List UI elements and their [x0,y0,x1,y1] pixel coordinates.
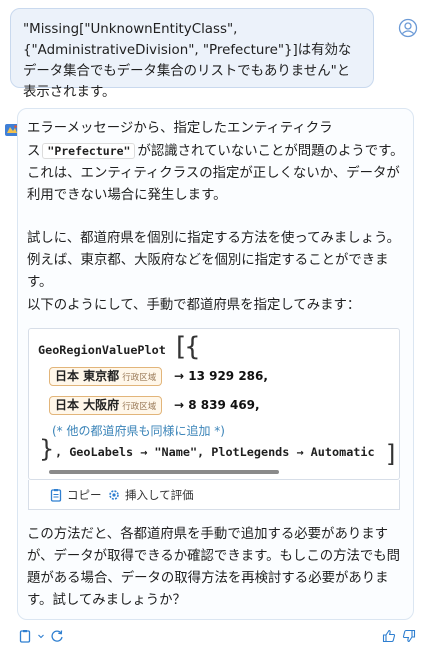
code-action-bar: コピー 挿入して評価 [28,480,400,510]
function-name: GeoRegionValuePlot [38,343,166,357]
chevron-down-icon[interactable] [38,628,44,642]
regenerate-icon[interactable] [50,628,64,642]
user-message-bubble: "Missing["UnknownEntityClass",{"Administ… [10,8,374,100]
copy-label: コピー [67,488,102,502]
assistant-response-card: エラーメッセージから、指定したエンティティクラス "Prefecture" が認識さ… [17,108,414,620]
insert-evaluate-button[interactable]: 挿入して評価 [107,487,194,503]
message-footer-right [382,628,416,643]
close-brace: } [39,435,55,463]
entity-name: 日本 大阪府 [55,398,120,412]
inline-code: "Prefecture" [42,143,136,159]
entity-box-tokyo[interactable]: 日本 東京都 行政区域 [49,367,163,386]
entity-name: 日本 東京都 [55,369,120,383]
assistant-paragraph-3: 以下のようにして、手動で都道府県を指定してみます： [27,298,361,313]
options-text: , GeoLabels → "Name", PlotLegends → Auto… [55,445,375,459]
entity-value: → 8 839 469, [174,398,260,412]
entity-type: 行政区域 [122,373,157,383]
user-message-text: "Missing["UnknownEntityClass",{"Administ… [23,22,352,100]
close-bracket: ] [386,440,396,468]
copy-message-icon[interactable] [18,628,32,643]
gear-icon [107,488,121,502]
assistant-paragraph-4: この方法だと、各都道府県を手動で追加する必要がありますが、データが取得できるか確… [27,527,401,608]
horizontal-scrollbar[interactable] [49,470,279,474]
thumbs-up-icon[interactable] [382,628,396,643]
copy-button[interactable]: コピー [49,487,102,503]
code-cell[interactable]: GeoRegionValuePlot [{ 日本 東京都 行政区域 → 13 92… [28,328,400,480]
entity-type: 行政区域 [122,402,157,412]
message-footer-left [18,628,64,643]
clipboard-icon [49,488,63,502]
assistant-paragraph-2: 試しに、都道府県を個別に指定する方法を使ってみましょう。例えば、東京都、大阪府な… [27,231,401,290]
thumbs-down-icon[interactable] [402,628,416,643]
entity-box-osaka[interactable]: 日本 大阪府 行政区域 [49,396,163,415]
user-avatar-icon [398,18,418,38]
code-comment: (* 他の都道府県も同様に追加 *) [52,424,225,438]
open-bracket: [{ [176,332,201,362]
entity-value: → 13 929 286, [174,369,268,383]
insert-evaluate-label: 挿入して評価 [125,488,194,502]
assistant-paragraph-1: エラーメッセージから、指定したエンティティクラス "Prefecture" が認識さ… [27,118,405,207]
